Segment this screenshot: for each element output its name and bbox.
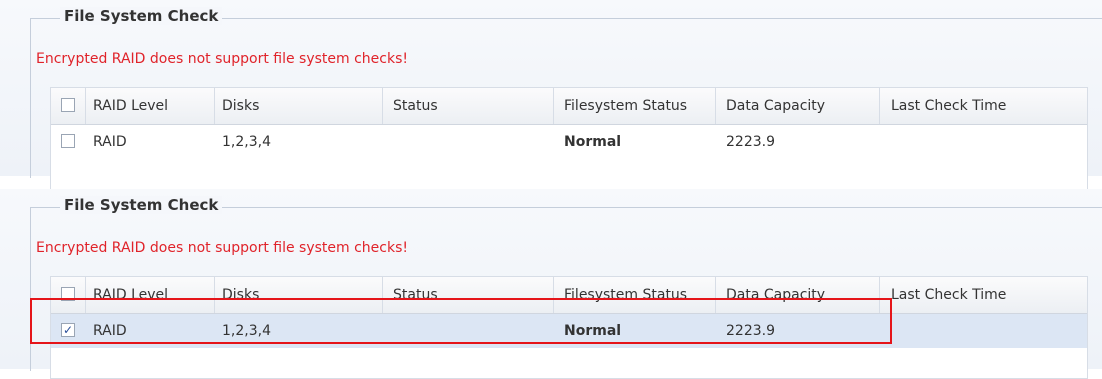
fieldset-legend: File System Check — [60, 196, 223, 214]
column-header-status[interactable]: Status — [393, 88, 438, 124]
table-row[interactable]: RAID 1,2,3,4 Normal 2223.9 — [51, 125, 1087, 159]
cell-data-capacity: 2223.9 — [726, 134, 775, 150]
cell-disks: 1,2,3,4 — [222, 134, 271, 150]
row-checkbox[interactable] — [61, 134, 75, 148]
cell-raid-level: RAID — [93, 134, 127, 150]
selected-row-highlight — [30, 298, 892, 344]
fieldset-legend: File System Check — [60, 7, 223, 25]
column-header-filesystem-status[interactable]: Filesystem Status — [564, 88, 687, 124]
column-header-last-check-time[interactable]: Last Check Time — [891, 88, 1006, 124]
cell-filesystem-status: Normal — [564, 134, 622, 150]
raid-grid: RAID Level Disks Status Filesystem Statu… — [50, 87, 1088, 190]
select-all-checkbox[interactable] — [61, 98, 75, 112]
column-header-raid-level[interactable]: RAID Level — [93, 88, 168, 124]
column-header-data-capacity[interactable]: Data Capacity — [726, 88, 825, 124]
column-header-last-check-time[interactable]: Last Check Time — [891, 277, 1006, 313]
grid-header: RAID Level Disks Status Filesystem Statu… — [51, 88, 1087, 125]
encryption-warning: Encrypted RAID does not support file sys… — [36, 51, 408, 67]
column-header-disks[interactable]: Disks — [222, 88, 259, 124]
file-system-check-panel-before: File System Check Encrypted RAID does no… — [0, 0, 1102, 190]
encryption-warning: Encrypted RAID does not support file sys… — [36, 240, 408, 256]
